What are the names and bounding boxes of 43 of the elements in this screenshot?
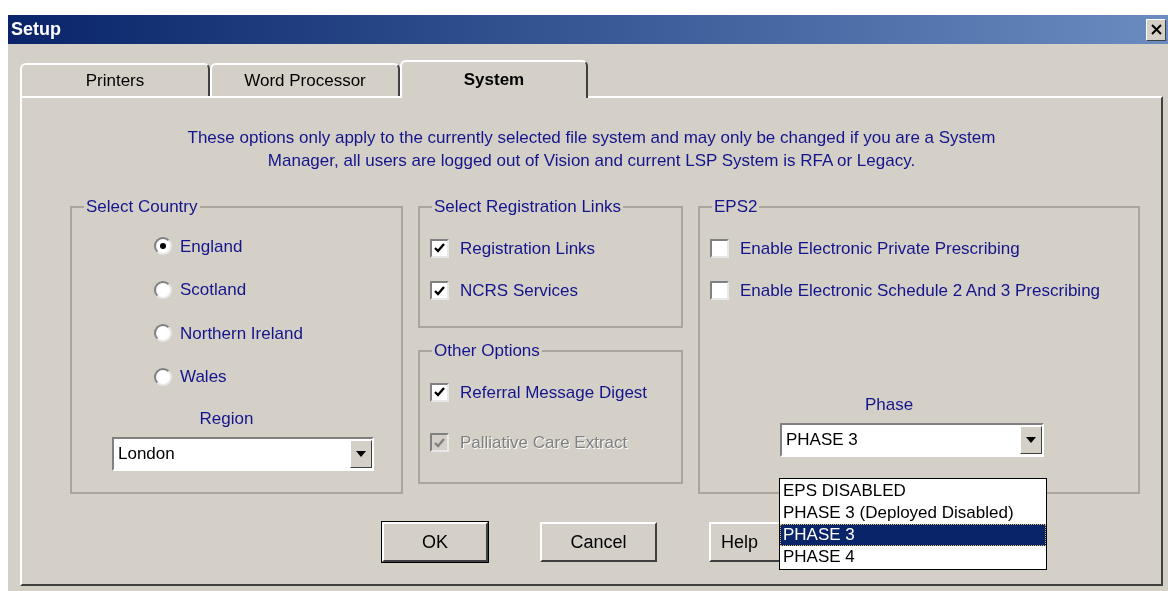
radio-button[interactable] xyxy=(154,367,172,386)
checkbox[interactable] xyxy=(430,238,449,258)
tab[interactable]: System xyxy=(400,60,588,98)
dialog-button[interactable]: OK xyxy=(382,522,488,562)
checkbox-label: Palliative Care Extract xyxy=(460,432,628,454)
check-icon xyxy=(434,243,445,254)
checkbox[interactable] xyxy=(430,382,449,402)
tab[interactable]: Printers xyxy=(20,63,210,96)
dropdown-value: PHASE 3 xyxy=(785,429,859,452)
radio-label[interactable]: Scotland xyxy=(180,277,247,303)
checkbox-label[interactable]: NCRS Services xyxy=(460,278,579,304)
region-label: Region xyxy=(198,407,255,430)
close-button[interactable] xyxy=(1146,18,1166,41)
checkbox[interactable] xyxy=(710,238,729,258)
check-icon xyxy=(434,387,445,398)
group-title: Select Registration Links xyxy=(433,196,623,218)
window-title: Setup xyxy=(11,18,61,41)
dropdown-value: London xyxy=(117,443,176,466)
phase-dropdown[interactable]: PHASE 3 xyxy=(780,423,1044,457)
radio-button[interactable] xyxy=(154,280,172,299)
phase-label: Phase xyxy=(863,393,915,416)
checkbox-label[interactable]: Referral Message Digest xyxy=(460,379,648,405)
tab[interactable]: Word Processor xyxy=(210,63,400,96)
checkbox-label[interactable]: Enable Electronic Private Prescribing xyxy=(740,235,1020,261)
dialog-button[interactable]: Cancel xyxy=(540,522,657,562)
radio-button[interactable] xyxy=(154,237,172,256)
radio-button[interactable] xyxy=(154,324,172,343)
checkbox[interactable] xyxy=(430,281,449,301)
radio-label[interactable]: England xyxy=(180,233,243,259)
checkbox[interactable] xyxy=(710,281,729,301)
check-icon xyxy=(434,437,445,448)
radio-label[interactable]: Northern Ireland xyxy=(180,320,303,346)
group-title: EPS2 xyxy=(713,196,759,218)
notice-text: These options only apply to the currently selected file system and may only be changed if you are a System Manager, all users are logged out of Vision and current LSP System is RFA or Legacy. xyxy=(186,127,997,172)
checkbox-label[interactable]: Enable Electronic Schedule 2 And 3 Prescribing xyxy=(740,278,1101,304)
checkbox-label[interactable]: Registration Links xyxy=(460,235,596,261)
dropdown-option[interactable]: PHASE 3 xyxy=(780,524,1046,546)
check-icon xyxy=(434,285,445,296)
group-title: Select Country xyxy=(85,196,199,218)
radio-label[interactable]: Wales xyxy=(180,364,227,390)
close-icon xyxy=(1150,24,1162,35)
region-dropdown[interactable]: London xyxy=(112,437,374,471)
group-title: Other Options xyxy=(433,340,541,362)
